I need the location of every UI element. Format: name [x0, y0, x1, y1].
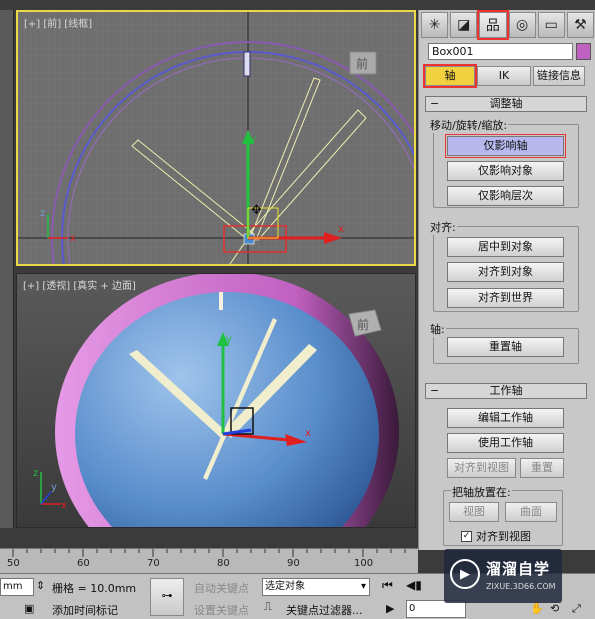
center-to-object-button[interactable]: 居中到对象 — [447, 237, 564, 257]
svg-text:x: x — [305, 428, 311, 439]
command-panel: ✳ ◪ 品 ◎ ▭ ⚒ Box001 轴 IK 链接信息 − 调整轴 移动/旋转… — [418, 10, 595, 550]
modify-icon[interactable]: ◪ — [450, 12, 478, 38]
timeline-ruler[interactable]: 50 60 70 80 90 100 — [0, 548, 418, 573]
key-mode-icon[interactable]: ▶ — [386, 602, 394, 615]
3dsmax-window: y x ✥ z x 前 [+] [前] [线框] y x z x y 前 [+]… — [0, 0, 595, 619]
perspective-viewport[interactable]: y x z x y 前 [+] [透视] [真实 + 边面] — [16, 273, 416, 528]
align-to-view-check-label: 对齐到视图 — [476, 530, 531, 543]
svg-text:y: y — [250, 134, 256, 145]
key-icon[interactable]: ⊶ — [150, 578, 184, 616]
timeline-tick-label: 70 — [147, 558, 160, 569]
left-viewport-strip[interactable] — [0, 10, 14, 528]
collapse-icon[interactable]: − — [430, 97, 439, 111]
watermark-logo: ▶ 溜溜自学 ZIXUE.3D66.COM — [444, 549, 562, 603]
affect-pivot-only-button[interactable]: 仅影响轴 — [445, 134, 566, 158]
front-viewport-label[interactable]: [+] [前] [线框] — [24, 15, 92, 30]
working-pivot-title: 工作轴 — [489, 384, 523, 397]
hierarchy-subtabs: 轴 IK 链接信息 — [423, 64, 585, 88]
svg-text:x: x — [338, 224, 344, 235]
selection-set-dropdown[interactable]: 选定对象 ▾ — [262, 578, 370, 596]
time-tag-icon[interactable]: ▣ — [24, 602, 34, 615]
hierarchy-icon[interactable]: 品 — [477, 10, 509, 40]
motion-icon[interactable]: ◎ — [508, 12, 536, 38]
go-to-start-icon[interactable]: ⏮ — [382, 578, 393, 593]
pan-icon[interactable]: ✋ — [530, 602, 544, 615]
auto-key-button[interactable]: 自动关键点 — [194, 580, 249, 596]
move-rotate-scale-label: 移动/旋转/缩放: — [429, 117, 509, 133]
tab-pivot[interactable]: 轴 — [423, 64, 477, 88]
curve-icon[interactable]: ⎍ — [264, 600, 272, 614]
front-viewport[interactable]: y x ✥ z x 前 [+] [前] [线框] — [16, 10, 416, 266]
previous-frame-icon[interactable]: ◀▮ — [406, 578, 422, 592]
key-filters-button[interactable]: 关键点过滤器... — [286, 602, 363, 618]
utilities-icon[interactable]: ⚒ — [566, 12, 595, 38]
watermark-url: ZIXUE.3D66.COM — [486, 582, 556, 591]
set-key-button[interactable]: 设置关键点 — [194, 602, 249, 618]
grid-size-label: 栅格 = 10.0mm — [52, 582, 137, 595]
adjust-pivot-rollout-header[interactable]: − 调整轴 — [425, 96, 587, 112]
persp-viewcube-label[interactable]: 前 — [357, 317, 369, 332]
reset-pivot-button[interactable]: 重置轴 — [447, 337, 564, 357]
edit-working-pivot-button[interactable]: 编辑工作轴 — [447, 408, 564, 428]
timeline-tick-label: 80 — [217, 558, 230, 569]
svg-text:✥: ✥ — [251, 203, 262, 218]
collapse-icon[interactable]: − — [430, 384, 439, 398]
timeline-tick-label: 90 — [287, 558, 300, 569]
clock-twelve-marker — [243, 51, 251, 77]
align-to-view-button[interactable]: 对齐到视图 — [447, 458, 516, 478]
chevron-down-icon[interactable]: ▾ — [361, 579, 366, 595]
object-color-swatch[interactable] — [576, 43, 591, 60]
svg-text:z: z — [33, 468, 38, 479]
object-name-field[interactable]: Box001 — [428, 43, 573, 60]
front-viewcube-label[interactable]: 前 — [356, 56, 368, 71]
align-label: 对齐: — [429, 219, 457, 235]
maximize-viewport-icon[interactable]: ⤢ — [572, 602, 581, 616]
svg-text:x: x — [61, 500, 67, 511]
place-surface-button[interactable]: 曲面 — [505, 502, 557, 522]
place-view-button[interactable]: 视图 — [449, 502, 499, 522]
affect-object-only-button[interactable]: 仅影响对象 — [447, 161, 564, 181]
perspective-viewport-label[interactable]: [+] [透视] [真实 + 边面] — [23, 277, 136, 292]
play-icon: ▶ — [450, 559, 480, 589]
svg-text:x: x — [70, 233, 76, 244]
align-to-world-button[interactable]: 对齐到世界 — [447, 288, 564, 308]
watermark-title: 溜溜自学 — [486, 560, 551, 578]
affect-hierarchy-only-button[interactable]: 仅影响层次 — [447, 186, 564, 206]
pivot-label: 轴: — [429, 321, 446, 337]
svg-text:z: z — [40, 208, 45, 219]
coordinate-field[interactable]: mm — [0, 578, 34, 596]
timeline-tick-label: 60 — [77, 558, 90, 569]
reset-working-pivot-button[interactable]: 重置 — [520, 458, 564, 478]
place-pivot-label: 把轴放置在: — [451, 484, 512, 500]
adjust-pivot-title: 调整轴 — [489, 97, 523, 110]
align-to-view-checkbox-row[interactable]: ✓ 对齐到视图 — [461, 528, 531, 544]
orbit-icon[interactable]: ⟲ — [550, 602, 559, 615]
selection-set-value: 选定对象 — [265, 581, 305, 592]
timeline-tick-label: 100 — [354, 558, 374, 569]
working-pivot-rollout-header[interactable]: − 工作轴 — [425, 383, 587, 399]
svg-text:y: y — [51, 482, 57, 493]
use-working-pivot-button[interactable]: 使用工作轴 — [447, 433, 564, 453]
timeline-tick-label: 50 — [7, 558, 20, 569]
add-time-tag-label[interactable]: 添加时间标记 — [52, 602, 118, 618]
spinner-icon[interactable]: ⇕ — [36, 579, 45, 592]
align-to-object-button[interactable]: 对齐到对象 — [447, 262, 564, 282]
create-icon[interactable]: ✳ — [421, 12, 449, 38]
display-icon[interactable]: ▭ — [537, 12, 565, 38]
align-to-view-checkbox[interactable]: ✓ — [461, 530, 472, 542]
tab-ik[interactable]: IK — [477, 66, 531, 86]
perspective-viewport-canvas: y x z x y 前 — [17, 274, 415, 527]
tab-link-info[interactable]: 链接信息 — [533, 66, 585, 86]
front-viewport-canvas: y x ✥ z x 前 — [18, 12, 414, 264]
svg-text:y: y — [226, 334, 232, 345]
command-panel-tabs: ✳ ◪ 品 ◎ ▭ ⚒ — [419, 10, 595, 40]
